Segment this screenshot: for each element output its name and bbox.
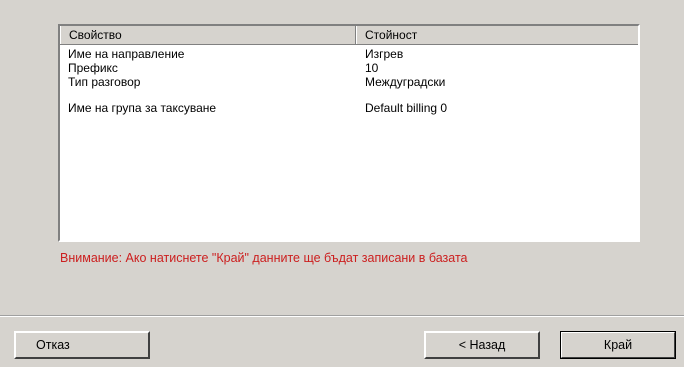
property-value: 10 (365, 61, 379, 75)
property-name: Префикс (68, 61, 118, 75)
column-header-value[interactable]: Стойност (356, 26, 638, 44)
property-value: Междуградски (365, 75, 446, 89)
property-name: Тип разговор (68, 75, 141, 89)
finish-button[interactable]: Край (560, 331, 676, 359)
list-row-call-type[interactable]: Тип разговор Междуградски (60, 75, 638, 89)
cancel-button[interactable]: Отказ (14, 331, 150, 359)
property-value: Изгрев (365, 47, 404, 61)
property-name (60, 89, 356, 101)
list-row-prefix[interactable]: Префикс 10 (60, 61, 638, 75)
property-value: Default billing 0 (365, 101, 448, 115)
list-header: Свойство Стойност (60, 26, 638, 45)
list-rows: Име на направление Изгрев Префикс 10 Тип… (60, 45, 638, 115)
list-row-direction-name[interactable]: Име на направление Изгрев (60, 47, 638, 61)
wizard-window: Свойство Стойност Име на направление Изг… (0, 0, 684, 367)
list-row-billing-group[interactable]: Име на група за таксуване Default billin… (60, 101, 638, 115)
property-name: Име на група за таксуване (68, 101, 217, 115)
back-button[interactable]: < Назад (424, 331, 540, 359)
list-row-empty (60, 89, 638, 101)
property-name: Име на направление (68, 47, 185, 61)
separator-line (0, 315, 684, 317)
warning-message: Внимание: Ако натиснете "Край" данните щ… (60, 251, 468, 265)
property-list[interactable]: Свойство Стойност Име на направление Изг… (58, 24, 640, 242)
property-value (356, 89, 638, 101)
column-header-property[interactable]: Свойство (60, 26, 356, 44)
